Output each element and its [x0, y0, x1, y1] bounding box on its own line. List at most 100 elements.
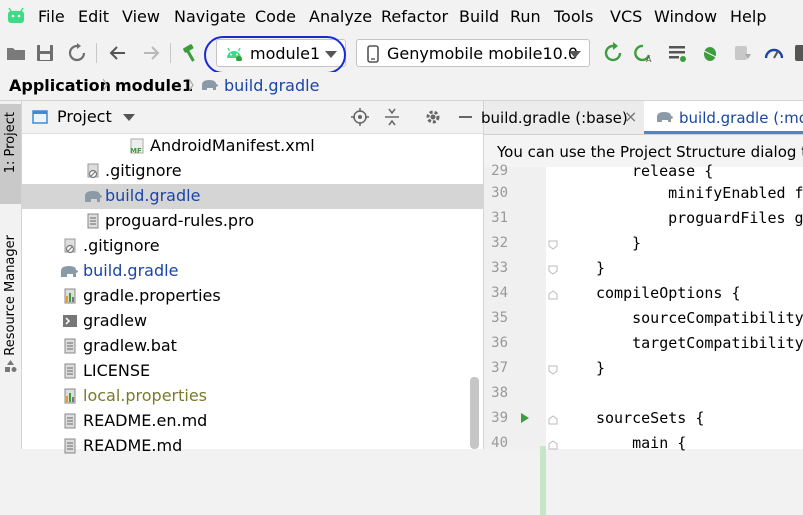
breadcrumb: Application module1 build.gradle — [0, 72, 803, 101]
fold-marker-icon[interactable] — [548, 365, 558, 375]
close-icon[interactable]: × — [624, 107, 637, 126]
tree-item-label: proguard-rules.pro — [105, 211, 255, 230]
tree-item[interactable]: .gitignore — [22, 159, 483, 184]
breadcrumb-item-module[interactable]: module1 — [115, 76, 193, 96]
manifest-icon: MF — [130, 138, 144, 154]
breadcrumb-item-project[interactable]: Application — [9, 76, 111, 96]
device-selector-dropdown[interactable]: Genymobile mobile10.0 — [356, 39, 590, 67]
tree-item-selected[interactable]: build.gradle — [22, 184, 483, 209]
tree-item[interactable]: gradlew — [22, 309, 483, 334]
tree-item[interactable]: local.properties — [22, 384, 483, 409]
project-view-icon — [32, 110, 48, 124]
code-text: main { — [596, 434, 687, 452]
project-tool-tab[interactable]: 1: Project — [0, 104, 21, 204]
fold-marker-icon[interactable] — [548, 265, 558, 275]
editor-tab-module-active[interactable]: build.gradle (:mo — [644, 101, 803, 134]
fold-marker-icon[interactable] — [548, 415, 558, 425]
line-number: 37 — [491, 360, 508, 376]
main-toolbar: module1 Genymobile mobile10.0 A — [0, 34, 803, 72]
tree-item-label: .gitignore — [105, 161, 182, 180]
collapse-all-icon[interactable] — [384, 108, 400, 126]
tree-item-label: gradle.properties — [83, 286, 221, 305]
menu-vcs[interactable]: VCS — [610, 7, 642, 27]
tree-item[interactable]: MF AndroidManifest.xml — [22, 134, 483, 159]
sync-icon[interactable] — [66, 42, 88, 64]
tree-item[interactable]: .gitignore — [22, 234, 483, 259]
tree-item-label: build.gradle — [105, 186, 201, 205]
text-file-icon — [64, 338, 76, 354]
tree-item[interactable]: build.gradle — [22, 259, 483, 284]
open-folder-icon[interactable] — [5, 42, 27, 64]
tree-item[interactable]: README.en.md — [22, 409, 483, 434]
menu-help[interactable]: Help — [730, 7, 766, 27]
tree-item[interactable]: gradlew.bat — [22, 334, 483, 359]
apply-code-changes-icon[interactable]: A — [633, 42, 655, 64]
make-project-hammer-icon[interactable] — [180, 42, 202, 64]
tree-item-label: local.properties — [83, 386, 208, 405]
menu-navigate[interactable]: Navigate — [174, 7, 246, 27]
tree-item[interactable]: README.md — [22, 434, 483, 459]
svg-text:MF: MF — [130, 147, 142, 154]
minimize-panel-button[interactable] — [459, 116, 472, 118]
menu-code[interactable]: Code — [255, 7, 296, 27]
code-line: 32 } — [484, 232, 803, 257]
android-studio-logo-icon — [8, 7, 24, 23]
menu-refactor[interactable]: Refactor — [381, 7, 448, 27]
tree-item[interactable]: gradle.properties — [22, 284, 483, 309]
line-number: 39 — [491, 410, 508, 426]
device-manager-icon[interactable] — [792, 42, 803, 64]
code-text: } — [632, 234, 642, 252]
logcat-list-icon[interactable] — [666, 42, 688, 64]
gitignore-icon — [64, 238, 76, 254]
fold-marker-icon[interactable] — [548, 240, 558, 250]
editor-pane: build.gradle (:base) × build.gradle (:mo… — [481, 101, 803, 515]
menu-build[interactable]: Build — [459, 7, 499, 27]
tree-item[interactable]: LICENSE — [22, 359, 483, 384]
menu-window[interactable]: Window — [654, 7, 717, 27]
editor-tab-base[interactable]: build.gradle (:base) × — [481, 101, 644, 134]
svg-text:A: A — [646, 55, 652, 64]
menu-tools[interactable]: Tools — [554, 7, 593, 27]
attach-debugger-icon[interactable] — [731, 42, 753, 64]
code-line: 37 } — [484, 357, 803, 382]
line-number: 32 — [491, 235, 508, 251]
gradle-elephant-icon — [657, 112, 673, 122]
device-selector-label: Genymobile mobile10.0 — [387, 44, 579, 63]
menu-view[interactable]: View — [122, 7, 160, 27]
text-file-icon — [87, 213, 99, 229]
gear-icon[interactable] — [424, 108, 442, 126]
tree-item-label: .gitignore — [83, 236, 160, 255]
breadcrumb-chevron-icon — [102, 78, 108, 92]
gitignore-icon — [87, 163, 99, 179]
breadcrumb-item-file[interactable]: build.gradle — [224, 76, 319, 96]
editor-tab-label: build.gradle (:mo — [679, 109, 803, 127]
code-text: compileOptions { — [596, 284, 741, 302]
forward-arrow-icon[interactable] — [140, 42, 162, 64]
breadcrumb-chevron-icon — [188, 78, 194, 92]
menu-file[interactable]: File — [38, 7, 65, 27]
fold-marker-icon[interactable] — [548, 290, 558, 300]
project-scrollbar-thumb[interactable] — [470, 377, 479, 449]
tree-item[interactable]: proguard-rules.pro — [22, 209, 483, 234]
locate-target-icon[interactable] — [351, 108, 369, 126]
resource-manager-icon — [5, 360, 17, 372]
menu-analyze[interactable]: Analyze — [309, 7, 372, 27]
line-number: 34 — [491, 285, 508, 301]
menu-run[interactable]: Run — [510, 7, 541, 27]
line-number: 36 — [491, 335, 508, 351]
apply-changes-restart-icon[interactable] — [602, 42, 624, 64]
view-mode-dropdown[interactable] — [123, 114, 135, 121]
debug-bug-icon[interactable] — [699, 42, 721, 64]
run-gutter-icon[interactable] — [520, 412, 530, 424]
project-panel-title: Project — [57, 107, 112, 126]
annotation-highlight-circle — [204, 36, 346, 74]
code-line: 35 sourceCompatibility — [484, 307, 803, 332]
menu-edit[interactable]: Edit — [78, 7, 109, 27]
save-icon[interactable] — [34, 42, 56, 64]
project-tool-tab-label: 1: Project — [3, 112, 18, 174]
profiler-gauge-icon[interactable] — [763, 42, 785, 64]
banner-text: You can use the Project Structure dialog… — [497, 143, 803, 161]
code-text: } — [596, 259, 606, 277]
gradle-elephant-icon — [85, 191, 102, 202]
back-arrow-icon[interactable] — [107, 42, 129, 64]
